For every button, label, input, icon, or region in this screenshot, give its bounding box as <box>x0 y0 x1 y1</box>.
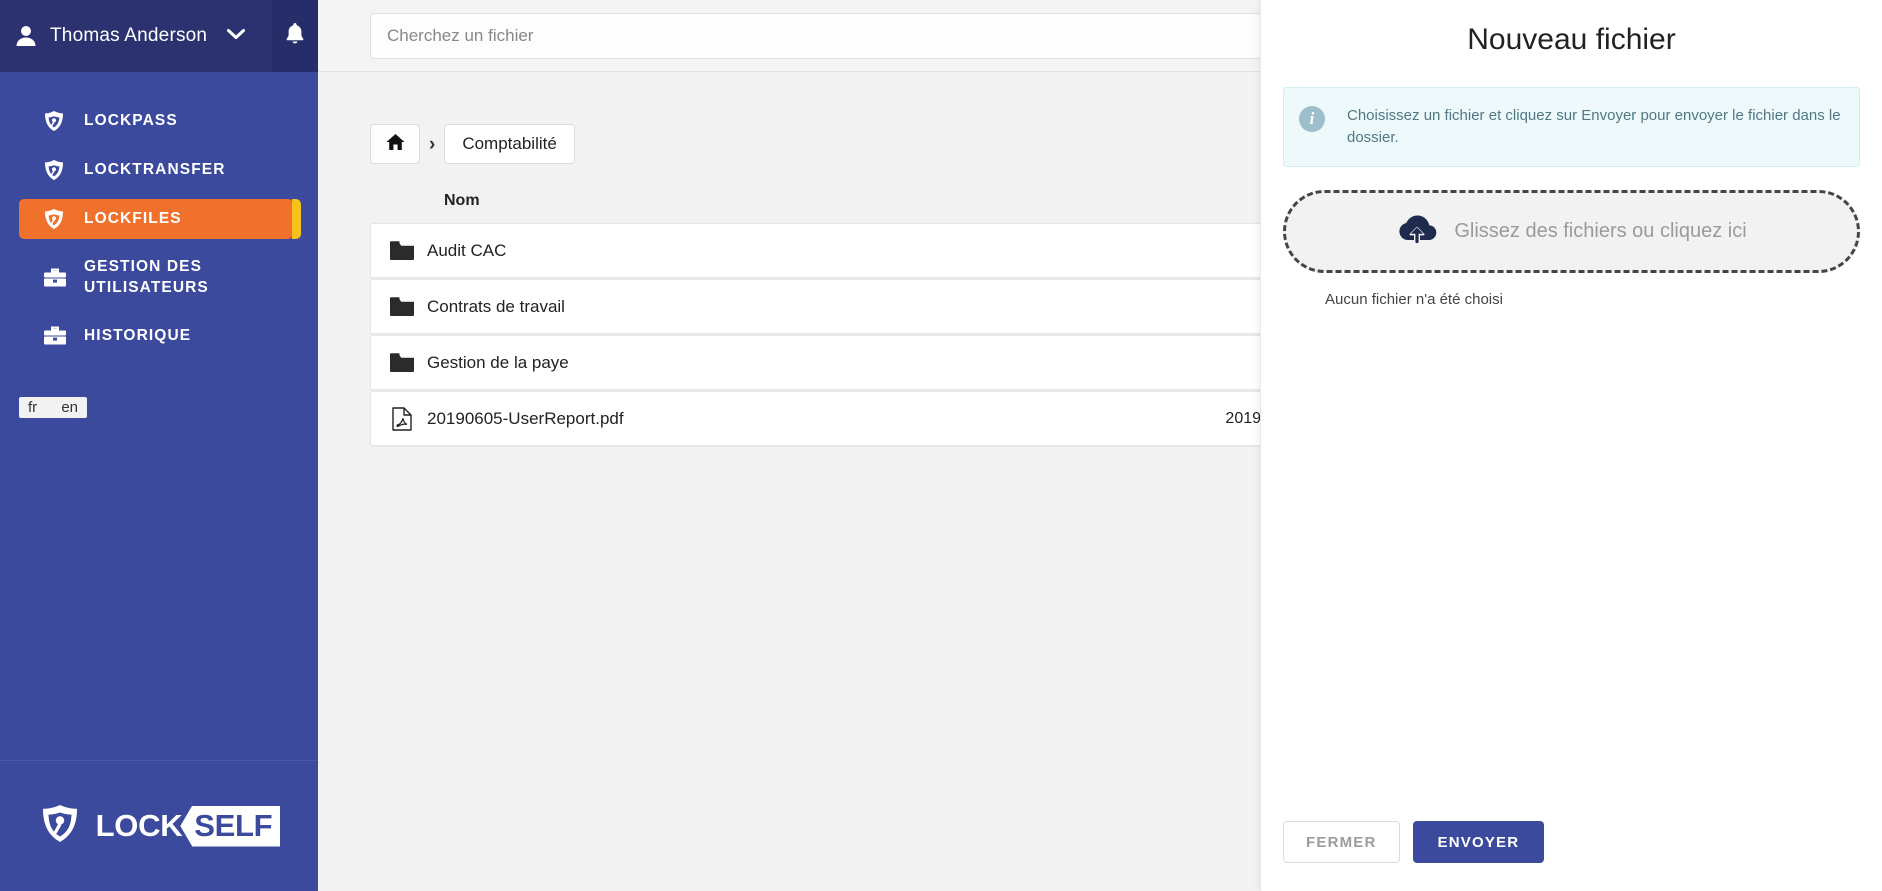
language-option-fr[interactable]: fr <box>28 399 37 416</box>
files-table: Nom Date de dépot Audit CAC Contrats de … <box>370 192 1397 446</box>
sidebar-item-lockfiles[interactable]: LOCKFILES <box>19 199 301 239</box>
brand-logo: LOCK SELF <box>0 761 318 891</box>
info-alert: i Choisissez un fichier et cliquez sur E… <box>1283 87 1860 168</box>
file-name: Contrats de travail <box>427 296 565 316</box>
user-menu[interactable]: Thomas Anderson <box>0 0 318 72</box>
sidebar-item-label: LOCKPASS <box>84 111 178 129</box>
briefcase-icon <box>43 326 67 346</box>
shield-icon <box>43 159 67 181</box>
panel-footer: FERMER ENVOYER <box>1261 821 1882 891</box>
brand-self-text: SELF <box>180 805 281 847</box>
breadcrumb-home-button[interactable] <box>370 124 420 164</box>
user-icon <box>14 25 38 47</box>
file-name: 20190605-UserReport.pdf <box>427 408 624 428</box>
info-icon: i <box>1299 106 1325 132</box>
bell-icon <box>285 22 305 50</box>
folder-icon <box>371 352 427 374</box>
sidebar-item-label: LOCKTRANSFER <box>84 160 226 178</box>
folder-icon <box>371 240 427 262</box>
lockself-shield-icon <box>38 802 82 851</box>
new-file-panel: Nouveau fichier i Choisissez un fichier … <box>1260 0 1882 891</box>
sidebar-item-historique[interactable]: HISTORIQUE <box>19 317 293 356</box>
table-row[interactable]: Audit CAC <box>370 223 1397 278</box>
info-alert-text: Choisissez un fichier et cliquez sur Env… <box>1347 107 1841 147</box>
cloud-upload-icon <box>1396 213 1438 250</box>
language-switcher[interactable]: fr en <box>19 396 87 418</box>
column-header-name[interactable]: Nom <box>370 192 990 210</box>
notifications-button[interactable] <box>272 0 318 72</box>
files-table-header: Nom Date de dépot <box>370 192 1397 223</box>
app-root: Thomas Anderson LOCKPASS LOCKTRANSFER LO… <box>0 0 1882 891</box>
breadcrumb-current-folder[interactable]: Comptabilité <box>444 124 575 164</box>
user-name: Thomas Anderson <box>50 25 208 46</box>
sidebar: Thomas Anderson LOCKPASS LOCKTRANSFER LO… <box>0 0 318 891</box>
close-button[interactable]: FERMER <box>1283 821 1400 863</box>
sidebar-item-label: HISTORIQUE <box>84 326 192 344</box>
briefcase-icon <box>43 268 67 288</box>
table-row[interactable]: Gestion de la paye <box>370 335 1397 390</box>
chevron-down-icon[interactable] <box>227 27 246 45</box>
sidebar-item-label: LOCKFILES <box>84 209 182 227</box>
language-option-en[interactable]: en <box>61 399 78 416</box>
file-dropzone[interactable]: Glissez des fichiers ou cliquez ici <box>1283 190 1860 274</box>
folder-icon <box>371 296 427 318</box>
sidebar-item-locktransfer[interactable]: LOCKTRANSFER <box>19 150 293 190</box>
pdf-file-icon <box>371 406 427 431</box>
panel-body: i Choisissez un fichier et cliquez sur E… <box>1261 57 1882 821</box>
home-icon <box>386 133 405 156</box>
dropzone-label: Glissez des fichiers ou cliquez ici <box>1454 220 1747 243</box>
selected-file-status: Aucun fichier n'a été choisi <box>1325 291 1503 309</box>
breadcrumb-current-label: Comptabilité <box>462 134 557 153</box>
sidebar-item-gestion-des-utilisateurs[interactable]: GESTION DES UTILISATEURS <box>19 248 293 308</box>
shield-icon <box>43 110 67 132</box>
sidebar-item-label: GESTION DES UTILISATEURS <box>84 258 209 296</box>
sidebar-item-lockpass[interactable]: LOCKPASS <box>19 101 293 141</box>
table-row[interactable]: Contrats de travail <box>370 279 1397 334</box>
breadcrumb-separator: › <box>429 133 436 155</box>
panel-title: Nouveau fichier <box>1467 23 1676 56</box>
file-name: Audit CAC <box>427 240 507 260</box>
shield-icon <box>43 208 67 230</box>
brand-lock-text: LOCK <box>95 808 183 843</box>
sidebar-nav: LOCKPASS LOCKTRANSFER LOCKFILES GESTION … <box>0 72 318 760</box>
table-row[interactable]: 20190605-UserReport.pdf 2019-06-05 18:09… <box>370 391 1397 446</box>
file-name: Gestion de la paye <box>427 352 569 372</box>
submit-button[interactable]: ENVOYER <box>1412 821 1545 863</box>
